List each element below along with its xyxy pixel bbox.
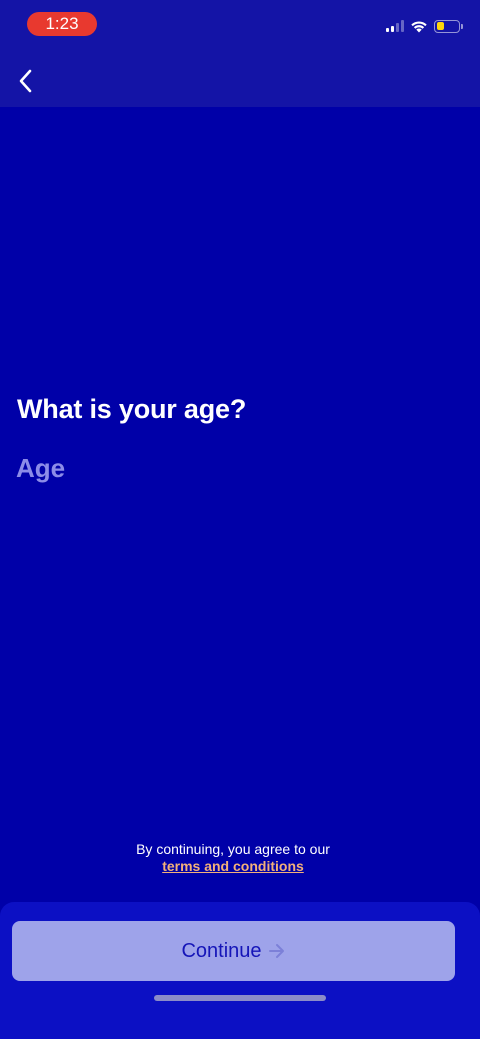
arrow-right-icon — [268, 943, 286, 959]
continue-button[interactable]: Continue — [12, 921, 455, 981]
signal-icon — [386, 20, 404, 32]
status-icons — [386, 18, 463, 34]
continue-label: Continue — [181, 939, 262, 962]
header: 1:23 — [0, 0, 480, 107]
age-input[interactable] — [16, 448, 456, 488]
terms-notice: By continuing, you agree to our terms an… — [0, 841, 466, 875]
battery-icon — [434, 19, 463, 33]
wifi-icon — [411, 20, 427, 32]
terms-prefix: By continuing, you agree to our — [136, 841, 330, 857]
page-title: What is your age? — [17, 394, 247, 424]
status-time: 1:23 — [27, 12, 97, 36]
home-indicator — [154, 995, 326, 1001]
chevron-left-icon — [19, 69, 32, 93]
terms-link[interactable]: terms and conditions — [162, 858, 304, 875]
bottom-action-bar: Continue — [0, 902, 480, 1039]
back-button[interactable] — [8, 62, 44, 100]
battery-level — [436, 22, 444, 30]
age-screen: 1:23 What is your age? Age By continuing… — [0, 0, 480, 1039]
